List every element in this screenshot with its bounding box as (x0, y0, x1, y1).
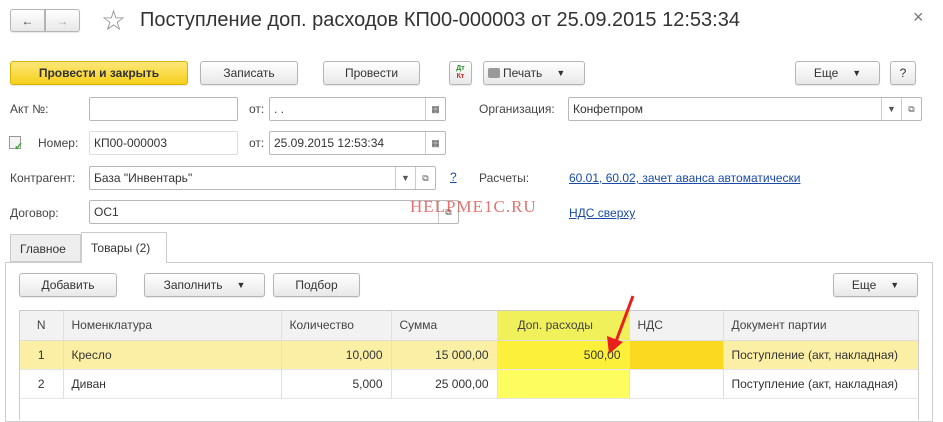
post-and-close-button[interactable]: Провести и закрыть (10, 61, 188, 85)
chevron-down-icon: ▼ (556, 68, 566, 78)
date-input[interactable]: 25.09.2015 12:53:34 ▦ (269, 131, 446, 155)
chevron-down-icon: ▼ (890, 280, 900, 290)
act-number-input[interactable] (89, 97, 238, 121)
cell-sum[interactable]: 25 000,00 (391, 369, 498, 398)
tab-goods[interactable]: Товары (2) (81, 232, 167, 263)
calendar-icon[interactable]: ▦ (425, 132, 445, 154)
table-row[interactable]: 2 Диван 5,000 25 000,00 Поступление (акт… (20, 369, 918, 398)
act-label: Акт №: (10, 102, 49, 116)
cell-batch-document[interactable]: Поступление (акт, накладная) (723, 369, 918, 398)
cell-item[interactable]: Кресло (63, 340, 282, 369)
more-button[interactable]: Еще ▼ (795, 61, 880, 85)
help-button[interactable]: ? (890, 61, 916, 85)
contractor-label: Контрагент: (10, 171, 76, 185)
add-button[interactable]: Добавить (19, 273, 117, 297)
pick-button[interactable]: Подбор (273, 273, 360, 297)
column-header-n[interactable]: N (20, 311, 64, 341)
column-header-sum[interactable]: Сумма (391, 311, 498, 341)
back-icon: ← (21, 13, 34, 28)
cell-batch-document[interactable]: Поступление (акт, накладная) (723, 340, 918, 369)
column-header-item[interactable]: Номенклатура (63, 311, 282, 341)
dt-kt-button[interactable]: Дт Кт (449, 61, 472, 85)
calendar-icon[interactable]: ▦ (425, 98, 445, 120)
post-button[interactable]: Провести (323, 61, 420, 85)
document-check-icon: ✓ (9, 136, 23, 153)
column-header-batch-document[interactable]: Документ партии (723, 311, 918, 341)
chevron-down-icon: ▼ (236, 280, 246, 290)
watermark: HELPME1C.RU (410, 197, 537, 216)
organization-label: Организация: (479, 102, 555, 116)
cell-n: 2 (20, 369, 64, 398)
kt-icon: Кт (456, 73, 465, 80)
more-label: Еще (851, 278, 877, 292)
vat-link[interactable]: НДС сверху (569, 206, 635, 220)
number-label: Номер: (38, 136, 79, 150)
contract-input[interactable]: ОС1 ⧉ (89, 200, 459, 224)
settlements-label: Расчеты: (479, 171, 530, 185)
organization-value: Конфетпром (573, 102, 644, 116)
date-value: 25.09.2015 12:53:34 (274, 136, 385, 150)
act-date-input[interactable]: . . ▦ (269, 97, 446, 121)
cell-item[interactable]: Диван (63, 369, 282, 398)
print-label: Печать (503, 66, 543, 80)
contract-label: Договор: (10, 206, 59, 220)
more-label: Еще (813, 66, 839, 80)
forward-button[interactable]: → (45, 9, 80, 32)
table-row[interactable]: 1 Кресло 10,000 15 000,00 500,00 Поступл… (20, 340, 918, 369)
back-button[interactable]: ← (10, 9, 45, 32)
open-icon[interactable]: ⧉ (415, 167, 435, 189)
annotation-arrow-icon (607, 295, 635, 354)
close-icon[interactable]: × (913, 7, 924, 28)
fill-button[interactable]: Заполнить ▼ (144, 273, 265, 297)
chevron-down-icon: ▼ (852, 68, 862, 78)
number-input[interactable]: КП00-000003 (89, 131, 238, 155)
organization-input[interactable]: Конфетпром ▼ ⧉ (568, 97, 922, 121)
contract-value: ОС1 (94, 205, 119, 219)
column-header-quantity[interactable]: Количество (281, 311, 392, 341)
print-button[interactable]: Печать ▼ (483, 61, 585, 85)
contractor-value: База "Инвентарь" (94, 171, 193, 185)
cell-quantity[interactable]: 10,000 (281, 340, 392, 369)
page-title: Поступление доп. расходов КП00-000003 от… (140, 9, 740, 31)
cell-extra-costs[interactable] (497, 369, 630, 398)
open-icon[interactable]: ⧉ (901, 98, 921, 120)
star-icon[interactable]: ☆ (101, 4, 126, 37)
goods-table: N Номенклатура Количество Сумма Доп. рас… (19, 310, 919, 420)
act-date-value: . . (274, 102, 285, 116)
chevron-down-icon[interactable]: ▼ (395, 167, 415, 189)
tab-main[interactable]: Главное (10, 234, 81, 262)
cell-n: 1 (20, 340, 64, 369)
table-more-button[interactable]: Еще ▼ (833, 273, 918, 297)
cell-sum[interactable]: 15 000,00 (391, 340, 498, 369)
save-button[interactable]: Записать (200, 61, 298, 85)
settlements-link[interactable]: 60.01, 60.02, зачет аванса автоматически (569, 171, 800, 185)
date-label: от: (249, 136, 265, 150)
fill-label: Заполнить (163, 278, 223, 292)
printer-icon (488, 68, 500, 78)
contractor-help-link[interactable]: ? (450, 170, 457, 184)
chevron-down-icon[interactable]: ▼ (881, 98, 901, 120)
forward-icon: → (56, 13, 69, 28)
cell-vat[interactable] (629, 369, 724, 398)
table-header: N Номенклатура Количество Сумма Доп. рас… (20, 311, 918, 341)
cell-quantity[interactable]: 5,000 (281, 369, 392, 398)
contractor-input[interactable]: База "Инвентарь" ▼ ⧉ (89, 166, 436, 190)
dt-icon: Дт (456, 65, 465, 72)
act-date-label: от: (249, 102, 265, 116)
